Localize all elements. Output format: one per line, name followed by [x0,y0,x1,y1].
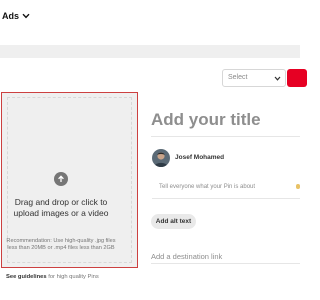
destination-underline [151,263,300,264]
pin-title-input[interactable]: Add your title [151,110,291,134]
guidelines-link-label: See guidelines [6,274,47,280]
publish-button[interactable] [287,69,307,87]
chevron-down-icon [22,13,30,19]
top-bar: Ads [0,0,300,36]
guidelines-link-suffix: for high quality Pins [46,274,99,280]
add-alt-text-button[interactable]: Add alt text [151,214,196,229]
avatar [152,149,170,167]
destination-link-input[interactable]: Add a destination link [151,252,291,261]
title-underline [151,136,300,137]
user-name: Josef Mohamed [175,154,225,161]
upload-instructions: Drag and drop or click to upload images … [13,197,109,218]
upload-recommendation: Recommendation: Use high-quality .jpg fi… [6,238,116,252]
chevron-down-icon [274,76,281,81]
board-select-value: Select [228,74,248,81]
board-select[interactable]: Select [222,69,286,87]
guidelines-link[interactable]: See guidelines for high quality Pins [6,274,131,280]
arrow-up-icon [54,172,68,186]
description-underline [152,198,300,199]
emoji-icon[interactable] [296,184,300,189]
ads-menu[interactable]: Ads [2,11,30,21]
pin-description-input[interactable]: Tell everyone what your Pin is about [159,184,289,190]
ads-menu-label: Ads [2,11,20,21]
